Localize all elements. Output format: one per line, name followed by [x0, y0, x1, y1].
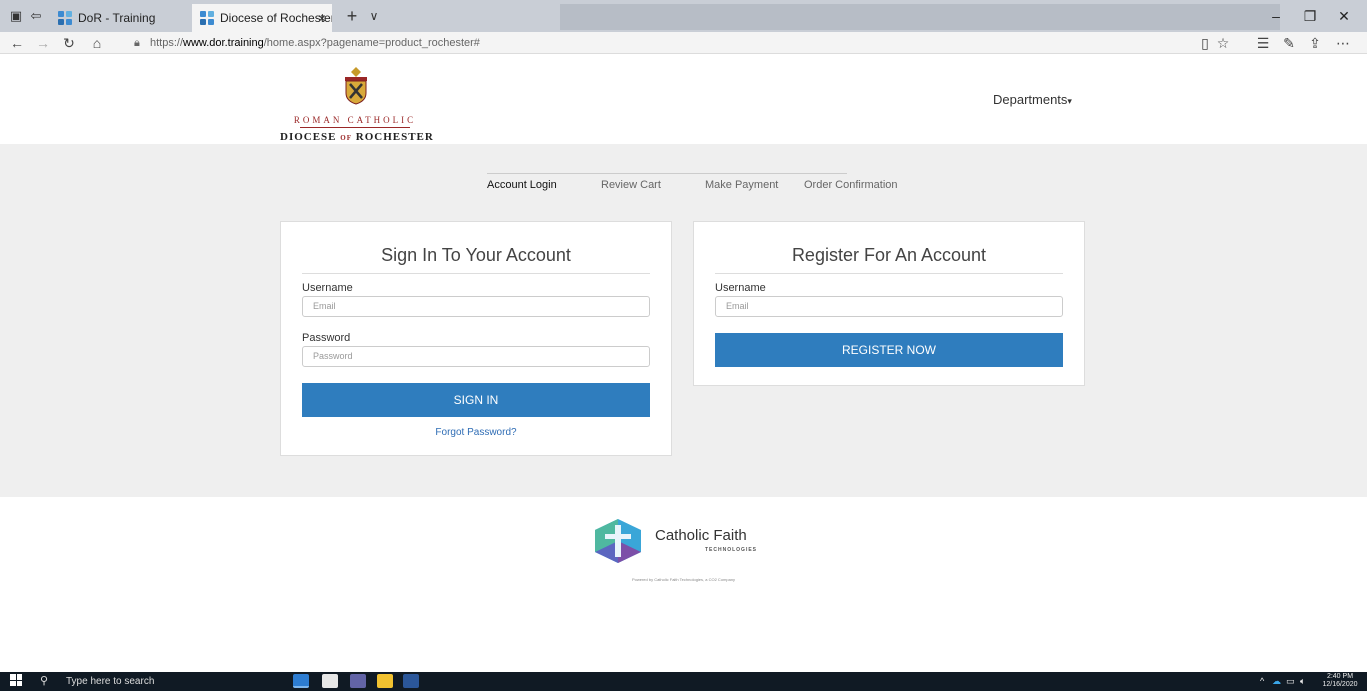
tab-dor-training[interactable]: DoR - Training — [50, 4, 190, 32]
step-make-payment: Make Payment — [705, 179, 779, 191]
register-title: Register For An Account — [791, 245, 987, 265]
site-header: ROMAN CATHOLIC DIOCESE OF ROCHESTER Depa… — [0, 55, 1367, 144]
share-icon[interactable]: ⇪ — [1306, 34, 1324, 52]
register-email-field[interactable]: Email — [715, 296, 1063, 317]
windows-start-icon[interactable] — [10, 674, 22, 686]
register-card: Register For An Account Username Email R… — [693, 221, 1085, 386]
main-content: Account Login Review Cart Make Payment O… — [0, 144, 1367, 497]
refresh-icon[interactable]: ↻ — [60, 34, 78, 52]
teams-icon[interactable] — [350, 674, 366, 688]
step-review-cart: Review Cart — [601, 179, 661, 191]
forgot-password-link[interactable]: Forgot Password? — [281, 427, 671, 438]
url-domain: www.dor.training — [183, 37, 264, 49]
tab-diocese-of-rochester[interactable]: Diocese of Rochester - I × — [192, 4, 332, 32]
site-favicon-icon — [200, 11, 214, 25]
search-icon: ⚲ — [40, 675, 49, 687]
forward-icon[interactable]: → — [34, 34, 52, 52]
tab-dropdown-icon[interactable]: ∨ — [364, 4, 384, 28]
taskbar-search-box[interactable]: ⚲ Type here to search — [36, 672, 256, 691]
catholic-faith-technologies-logo-icon — [595, 519, 641, 563]
url-scheme: https:// — [150, 37, 184, 49]
signin-username-label: Username — [302, 282, 353, 294]
signin-password-label: Password — [302, 332, 351, 344]
clock-time: 2:40 PM — [1326, 673, 1354, 680]
signin-email-field[interactable]: Email — [302, 296, 650, 317]
edge-browser-icon[interactable] — [293, 674, 309, 688]
store-icon[interactable] — [322, 674, 338, 688]
departments-menu[interactable]: Departments▾ — [993, 92, 1072, 107]
address-toolbar: ← → ↻ ⌂ 🔒︎ https://www.dor.training/home… — [0, 32, 1367, 54]
tab-label: DoR - Training — [78, 11, 156, 25]
new-tab-button[interactable]: + — [340, 4, 364, 28]
file-explorer-icon[interactable] — [377, 674, 393, 688]
favorites-hub-icon[interactable]: ☰ — [1254, 34, 1272, 52]
caret-down-icon: ▾ — [1067, 96, 1072, 106]
site-footer: Catholic Faith TECHNOLOGIES Powered by C… — [0, 497, 1367, 672]
search-placeholder: Type here to search — [66, 676, 155, 687]
web-note-icon[interactable]: ✎ — [1280, 34, 1298, 52]
volume-icon[interactable]: 🔈︎ — [1300, 672, 1305, 691]
url-path: /home.aspx?pagename=product_rochester# — [263, 37, 480, 49]
logo-diocese-of-rochester: DIOCESE OF ROCHESTER — [280, 131, 434, 143]
network-icon[interactable]: ▭ — [1286, 672, 1295, 691]
favorite-star-icon[interactable]: ☆ — [1214, 34, 1232, 52]
back-icon[interactable]: ← — [8, 34, 26, 52]
signin-divider — [302, 273, 650, 274]
logo-roman-catholic: ROMAN CATHOLIC — [293, 115, 417, 125]
logo-divider — [300, 127, 410, 128]
brand-subtitle: TECHNOLOGIES — [705, 547, 758, 553]
register-username-label: Username — [715, 282, 766, 294]
home-icon[interactable]: ⌂ — [88, 34, 106, 52]
checkout-steps-line — [487, 173, 847, 174]
signin-password-field[interactable]: Password — [302, 346, 650, 367]
reading-view-icon[interactable]: ▯ — [1196, 34, 1214, 52]
onedrive-icon[interactable]: ☁ — [1272, 672, 1281, 691]
step-account-login: Account Login — [487, 179, 557, 191]
signin-card: Sign In To Your Account Username Email P… — [280, 221, 672, 456]
diocese-logo[interactable]: ROMAN CATHOLIC DIOCESE OF ROCHESTER — [280, 65, 450, 143]
signin-title: Sign In To Your Account — [381, 245, 571, 265]
sign-in-button[interactable]: SIGN IN — [302, 383, 650, 417]
lock-icon: 🔒︎ — [134, 37, 140, 49]
tab-strip-empty-area — [560, 4, 1280, 30]
brand-name: Catholic Faith — [655, 527, 747, 544]
diocese-crest-icon — [345, 67, 367, 105]
departments-label: Departments — [993, 92, 1068, 107]
word-icon[interactable] — [403, 674, 419, 688]
register-divider — [715, 273, 1063, 274]
windows-taskbar: ⚲ Type here to search ^ ☁ ▭ 🔈︎ 2:40 PM 1… — [0, 672, 1367, 691]
powered-by-text: Powered by Catholic Faith Technologies, … — [631, 577, 736, 582]
taskbar-clock[interactable]: 2:40 PM 12/16/2020 — [1318, 673, 1362, 689]
more-menu-icon[interactable]: ⋯ — [1334, 34, 1352, 52]
site-favicon-icon — [58, 11, 72, 25]
close-window-button[interactable]: ✕ — [1324, 0, 1364, 32]
clock-date: 12/16/2020 — [1322, 681, 1358, 688]
url-field[interactable]: 🔒︎ https://www.dor.training/home.aspx?pa… — [130, 34, 1190, 52]
tab-actions-icon[interactable]: ▣ — [8, 8, 24, 24]
step-order-confirmation: Order Confirmation — [804, 179, 898, 191]
close-tab-icon[interactable]: × — [318, 4, 326, 32]
browser-tab-bar: ▣ ⇦ DoR - Training Diocese of Rochester … — [0, 0, 1367, 32]
register-now-button[interactable]: REGISTER NOW — [715, 333, 1063, 367]
set-aside-tabs-icon[interactable]: ⇦ — [28, 8, 44, 24]
show-hidden-icons-icon[interactable]: ^ — [1260, 672, 1264, 691]
tab-label: Diocese of Rochester - I — [220, 11, 332, 25]
